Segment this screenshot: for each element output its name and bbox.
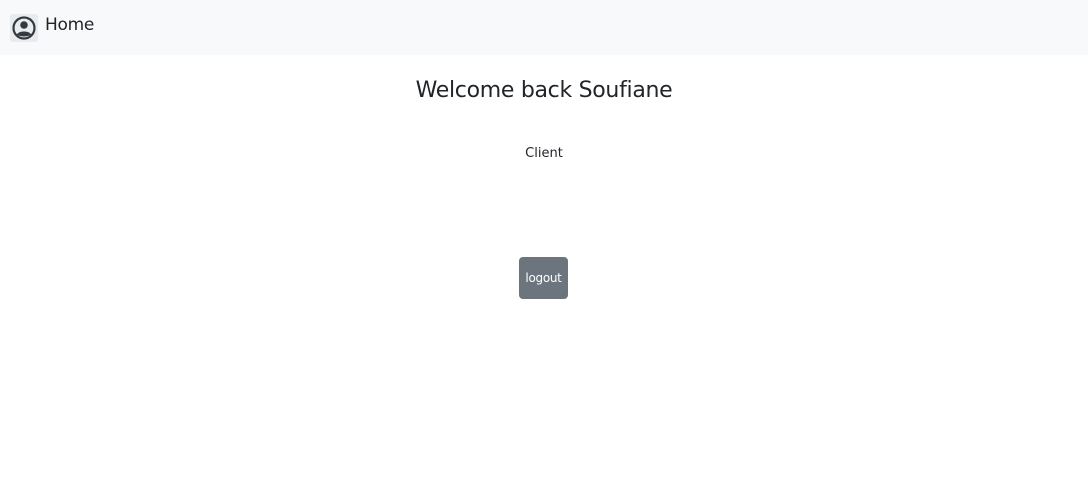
user-circle-icon: [10, 14, 38, 42]
home-label: Home: [45, 15, 95, 35]
top-navbar: Home: [0, 0, 1088, 55]
role-label: Client: [525, 146, 563, 161]
welcome-title: Welcome back Soufiane: [415, 78, 673, 103]
home-link[interactable]: Home: [10, 14, 94, 44]
logout-button[interactable]: logout: [519, 257, 568, 299]
